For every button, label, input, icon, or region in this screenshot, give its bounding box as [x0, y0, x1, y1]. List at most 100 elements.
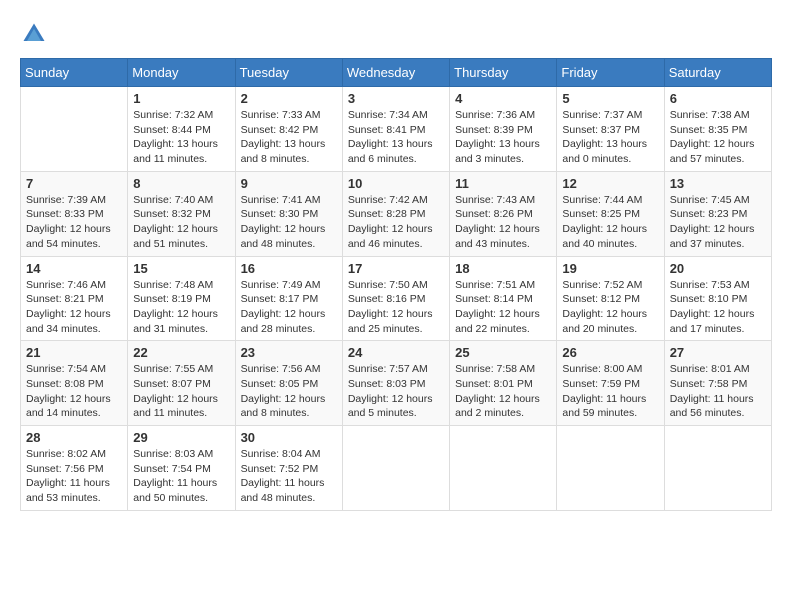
day-number: 27 — [670, 345, 766, 360]
col-header-thursday: Thursday — [450, 59, 557, 87]
day-number: 5 — [562, 91, 658, 106]
day-number: 25 — [455, 345, 551, 360]
day-detail: Sunrise: 7:34 AM Sunset: 8:41 PM Dayligh… — [348, 108, 444, 167]
day-detail: Sunrise: 7:43 AM Sunset: 8:26 PM Dayligh… — [455, 193, 551, 252]
calendar-cell: 25 Sunrise: 7:58 AM Sunset: 8:01 PM Dayli… — [450, 341, 557, 426]
logo-icon — [20, 20, 48, 48]
day-detail: Sunrise: 7:49 AM Sunset: 8:17 PM Dayligh… — [241, 278, 337, 337]
day-detail: Sunrise: 7:37 AM Sunset: 8:37 PM Dayligh… — [562, 108, 658, 167]
day-number: 4 — [455, 91, 551, 106]
day-detail: Sunrise: 7:38 AM Sunset: 8:35 PM Dayligh… — [670, 108, 766, 167]
col-header-saturday: Saturday — [664, 59, 771, 87]
day-detail: Sunrise: 7:55 AM Sunset: 8:07 PM Dayligh… — [133, 362, 229, 421]
calendar-week-row: 14 Sunrise: 7:46 AM Sunset: 8:21 PM Dayli… — [21, 256, 772, 341]
day-detail: Sunrise: 8:04 AM Sunset: 7:52 PM Dayligh… — [241, 447, 337, 506]
calendar-cell: 23Sunrise: 7:56 AM Sunset: 8:05 PM Dayli… — [235, 341, 342, 426]
day-detail: Sunrise: 7:45 AM Sunset: 8:23 PM Dayligh… — [670, 193, 766, 252]
logo — [20, 20, 52, 48]
calendar-cell: 14 Sunrise: 7:46 AM Sunset: 8:21 PM Dayli… — [21, 256, 128, 341]
calendar-week-row: 21 Sunrise: 7:54 AM Sunset: 8:08 PM Dayli… — [21, 341, 772, 426]
calendar-cell: 6Sunrise: 7:38 AM Sunset: 8:35 PM Daylig… — [664, 87, 771, 172]
day-number: 29 — [133, 430, 229, 445]
calendar-cell: 1 Sunrise: 7:32 AM Sunset: 8:44 PM Daylig… — [128, 87, 235, 172]
day-detail: Sunrise: 7:48 AM Sunset: 8:19 PM Dayligh… — [133, 278, 229, 337]
calendar-cell: 26 Sunrise: 8:00 AM Sunset: 7:59 PM Dayli… — [557, 341, 664, 426]
day-detail: Sunrise: 7:50 AM Sunset: 8:16 PM Dayligh… — [348, 278, 444, 337]
day-detail: Sunrise: 7:41 AM Sunset: 8:30 PM Dayligh… — [241, 193, 337, 252]
day-number: 21 — [26, 345, 122, 360]
day-number: 18 — [455, 261, 551, 276]
day-detail: Sunrise: 7:54 AM Sunset: 8:08 PM Dayligh… — [26, 362, 122, 421]
day-number: 20 — [670, 261, 766, 276]
calendar-cell: 20 Sunrise: 7:53 AM Sunset: 8:10 PM Dayli… — [664, 256, 771, 341]
day-detail: Sunrise: 7:56 AM Sunset: 8:05 PM Dayligh… — [241, 362, 337, 421]
day-number: 13 — [670, 176, 766, 191]
day-number: 14 — [26, 261, 122, 276]
day-detail: Sunrise: 7:58 AM Sunset: 8:01 PM Dayligh… — [455, 362, 551, 421]
calendar-cell: 4 Sunrise: 7:36 AM Sunset: 8:39 PM Daylig… — [450, 87, 557, 172]
calendar-cell: 8 Sunrise: 7:40 AM Sunset: 8:32 PM Daylig… — [128, 171, 235, 256]
calendar-cell — [21, 87, 128, 172]
day-number: 8 — [133, 176, 229, 191]
page-header — [20, 20, 772, 48]
calendar-cell — [557, 426, 664, 511]
day-number: 15 — [133, 261, 229, 276]
calendar-week-row: 1 Sunrise: 7:32 AM Sunset: 8:44 PM Daylig… — [21, 87, 772, 172]
day-number: 2 — [241, 91, 337, 106]
col-header-tuesday: Tuesday — [235, 59, 342, 87]
calendar-cell: 11 Sunrise: 7:43 AM Sunset: 8:26 PM Dayli… — [450, 171, 557, 256]
day-number: 17 — [348, 261, 444, 276]
calendar-cell: 22 Sunrise: 7:55 AM Sunset: 8:07 PM Dayli… — [128, 341, 235, 426]
calendar-header-row: SundayMondayTuesdayWednesdayThursdayFrid… — [21, 59, 772, 87]
day-detail: Sunrise: 7:39 AM Sunset: 8:33 PM Dayligh… — [26, 193, 122, 252]
day-number: 1 — [133, 91, 229, 106]
day-number: 9 — [241, 176, 337, 191]
day-detail: Sunrise: 7:53 AM Sunset: 8:10 PM Dayligh… — [670, 278, 766, 337]
calendar-cell — [450, 426, 557, 511]
day-number: 7 — [26, 176, 122, 191]
calendar-cell: 7 Sunrise: 7:39 AM Sunset: 8:33 PM Daylig… — [21, 171, 128, 256]
day-number: 26 — [562, 345, 658, 360]
day-number: 22 — [133, 345, 229, 360]
calendar-table: SundayMondayTuesdayWednesdayThursdayFrid… — [20, 58, 772, 511]
day-number: 11 — [455, 176, 551, 191]
day-detail: Sunrise: 7:32 AM Sunset: 8:44 PM Dayligh… — [133, 108, 229, 167]
calendar-cell: 5 Sunrise: 7:37 AM Sunset: 8:37 PM Daylig… — [557, 87, 664, 172]
col-header-wednesday: Wednesday — [342, 59, 449, 87]
col-header-friday: Friday — [557, 59, 664, 87]
day-detail: Sunrise: 7:40 AM Sunset: 8:32 PM Dayligh… — [133, 193, 229, 252]
day-detail: Sunrise: 7:36 AM Sunset: 8:39 PM Dayligh… — [455, 108, 551, 167]
calendar-week-row: 7 Sunrise: 7:39 AM Sunset: 8:33 PM Daylig… — [21, 171, 772, 256]
calendar-cell: 29Sunrise: 8:03 AM Sunset: 7:54 PM Dayli… — [128, 426, 235, 511]
calendar-cell: 17 Sunrise: 7:50 AM Sunset: 8:16 PM Dayli… — [342, 256, 449, 341]
day-number: 24 — [348, 345, 444, 360]
calendar-cell: 24 Sunrise: 7:57 AM Sunset: 8:03 PM Dayli… — [342, 341, 449, 426]
day-detail: Sunrise: 7:33 AM Sunset: 8:42 PM Dayligh… — [241, 108, 337, 167]
calendar-cell: 28Sunrise: 8:02 AM Sunset: 7:56 PM Dayli… — [21, 426, 128, 511]
calendar-cell: 3 Sunrise: 7:34 AM Sunset: 8:41 PM Daylig… — [342, 87, 449, 172]
day-number: 19 — [562, 261, 658, 276]
day-detail: Sunrise: 7:42 AM Sunset: 8:28 PM Dayligh… — [348, 193, 444, 252]
day-detail: Sunrise: 7:57 AM Sunset: 8:03 PM Dayligh… — [348, 362, 444, 421]
calendar-cell: 13 Sunrise: 7:45 AM Sunset: 8:23 PM Dayli… — [664, 171, 771, 256]
day-number: 30 — [241, 430, 337, 445]
calendar-cell: 30 Sunrise: 8:04 AM Sunset: 7:52 PM Dayli… — [235, 426, 342, 511]
day-number: 3 — [348, 91, 444, 106]
col-header-monday: Monday — [128, 59, 235, 87]
day-detail: Sunrise: 7:46 AM Sunset: 8:21 PM Dayligh… — [26, 278, 122, 337]
day-detail: Sunrise: 8:00 AM Sunset: 7:59 PM Dayligh… — [562, 362, 658, 421]
calendar-cell — [342, 426, 449, 511]
calendar-cell — [664, 426, 771, 511]
day-detail: Sunrise: 7:51 AM Sunset: 8:14 PM Dayligh… — [455, 278, 551, 337]
calendar-cell: 27Sunrise: 8:01 AM Sunset: 7:58 PM Dayli… — [664, 341, 771, 426]
col-header-sunday: Sunday — [21, 59, 128, 87]
calendar-cell: 19 Sunrise: 7:52 AM Sunset: 8:12 PM Dayli… — [557, 256, 664, 341]
day-number: 12 — [562, 176, 658, 191]
day-detail: Sunrise: 8:02 AM Sunset: 7:56 PM Dayligh… — [26, 447, 122, 506]
day-detail: Sunrise: 7:52 AM Sunset: 8:12 PM Dayligh… — [562, 278, 658, 337]
calendar-cell: 10Sunrise: 7:42 AM Sunset: 8:28 PM Dayli… — [342, 171, 449, 256]
calendar-cell: 2 Sunrise: 7:33 AM Sunset: 8:42 PM Daylig… — [235, 87, 342, 172]
day-detail: Sunrise: 7:44 AM Sunset: 8:25 PM Dayligh… — [562, 193, 658, 252]
calendar-cell: 12 Sunrise: 7:44 AM Sunset: 8:25 PM Dayli… — [557, 171, 664, 256]
calendar-cell: 15 Sunrise: 7:48 AM Sunset: 8:19 PM Dayli… — [128, 256, 235, 341]
